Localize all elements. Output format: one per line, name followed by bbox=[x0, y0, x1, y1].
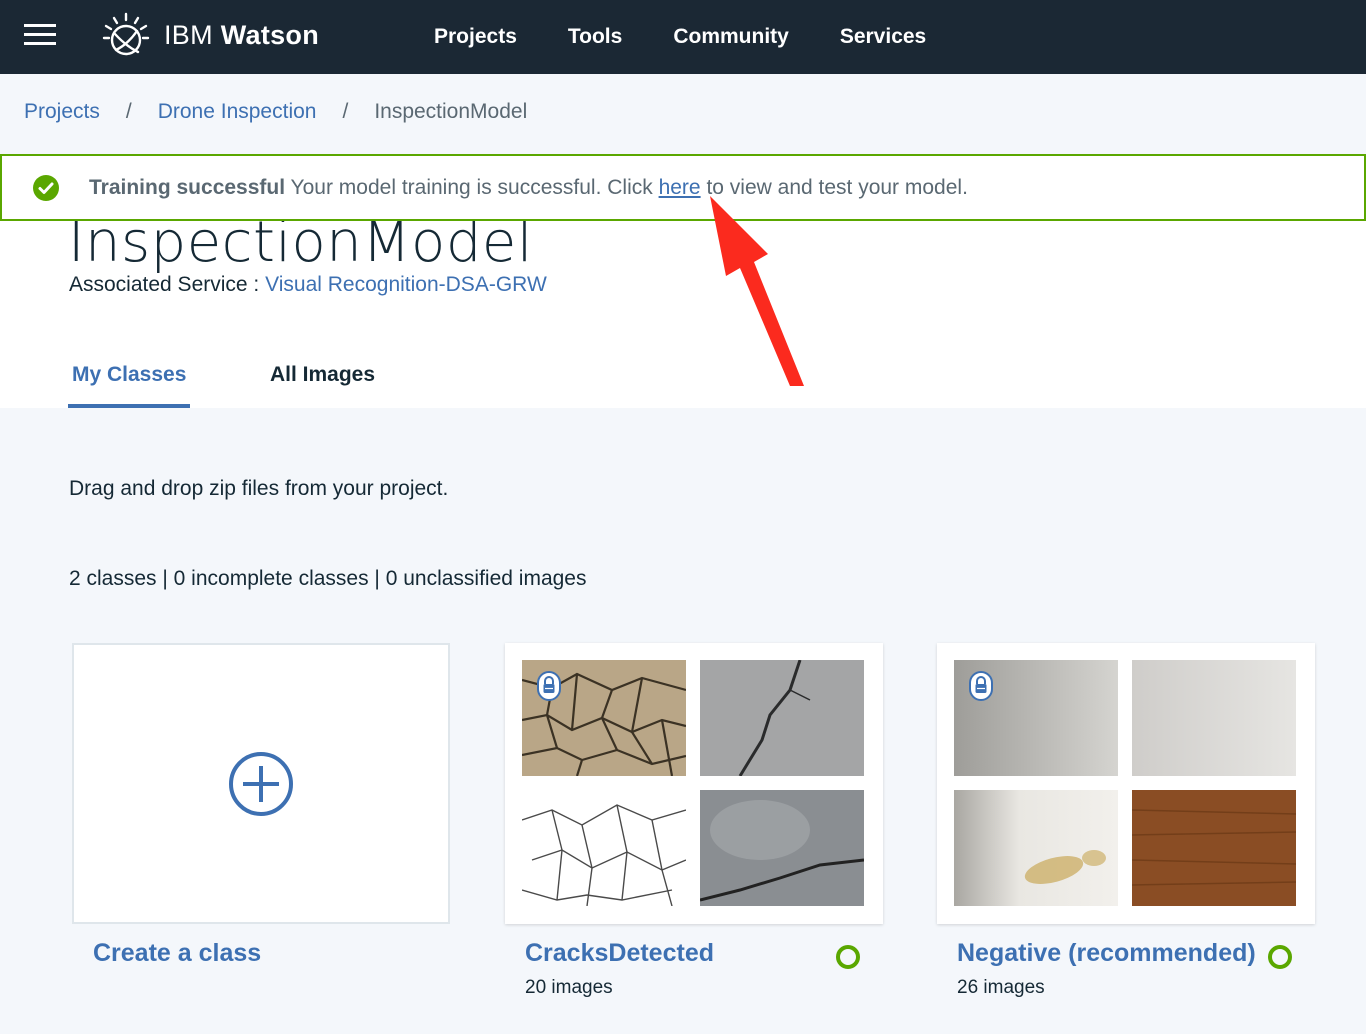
lock-icon bbox=[537, 671, 561, 701]
brand-name: Watson bbox=[220, 19, 320, 50]
class-image-thumbnail bbox=[1132, 790, 1296, 906]
notification-message-start: Your model training is successful. Click bbox=[285, 176, 659, 199]
class-summary: 2 classes | 0 incomplete classes | 0 unc… bbox=[69, 567, 587, 590]
class-image-thumbnail bbox=[700, 790, 864, 906]
class-image-thumbnail bbox=[954, 660, 1118, 776]
top-navigation: IBM Watson Projects Tools Community Serv… bbox=[0, 0, 1366, 74]
class-image-count: 20 images bbox=[525, 977, 613, 998]
check-circle-icon bbox=[33, 175, 59, 201]
class-card-cracks[interactable] bbox=[505, 643, 883, 924]
class-image-thumbnail bbox=[954, 790, 1118, 906]
tab-my-classes[interactable]: My Classes bbox=[68, 352, 190, 408]
class-name-negative[interactable]: Negative (recommended) bbox=[957, 939, 1256, 968]
breadcrumb-projects[interactable]: Projects bbox=[24, 100, 100, 124]
class-image-thumbnail bbox=[522, 790, 686, 906]
notification-message-end: to view and test your model. bbox=[700, 176, 968, 199]
nav-projects[interactable]: Projects bbox=[434, 25, 517, 49]
nav-services[interactable]: Services bbox=[840, 25, 926, 49]
brand-home-link[interactable]: IBM Watson bbox=[102, 12, 319, 58]
menu-icon[interactable] bbox=[24, 24, 56, 46]
tab-bar: My Classes All Images bbox=[68, 352, 375, 408]
class-image-thumbnail bbox=[522, 660, 686, 776]
nav-links: Projects Tools Community Services bbox=[434, 0, 977, 74]
breadcrumb-separator: / bbox=[125, 100, 132, 123]
class-card-negative[interactable] bbox=[937, 643, 1315, 924]
watson-logo-icon bbox=[102, 12, 150, 56]
create-class-card[interactable] bbox=[72, 643, 450, 924]
lock-icon bbox=[969, 671, 993, 701]
breadcrumb: Projects / Drone Inspection / Inspection… bbox=[24, 100, 527, 124]
class-image-thumbnail bbox=[700, 660, 864, 776]
create-class-label[interactable]: Create a class bbox=[93, 939, 261, 968]
nav-community[interactable]: Community bbox=[673, 25, 789, 49]
class-status-complete-icon bbox=[836, 945, 860, 969]
notification-title: Training successful bbox=[89, 176, 286, 199]
notification-here-link[interactable]: here bbox=[659, 176, 701, 199]
class-status-complete-icon bbox=[1268, 945, 1292, 969]
add-circle-icon bbox=[229, 752, 293, 816]
associated-service-link[interactable]: Visual Recognition-DSA-GRW bbox=[265, 273, 547, 296]
breadcrumb-drone-inspection[interactable]: Drone Inspection bbox=[158, 100, 317, 124]
associated-service: Associated Service : Visual Recognition-… bbox=[69, 273, 547, 297]
breadcrumb-separator: / bbox=[342, 100, 349, 123]
class-image-thumbnail bbox=[1132, 660, 1296, 776]
tab-all-images[interactable]: All Images bbox=[270, 352, 375, 408]
class-name-cracks[interactable]: CracksDetected bbox=[525, 939, 714, 968]
brand-prefix: IBM bbox=[164, 19, 213, 50]
class-image-count: 26 images bbox=[957, 977, 1045, 998]
success-notification: Training successful Your model training … bbox=[0, 154, 1366, 221]
drag-drop-instructions: Drag and drop zip files from your projec… bbox=[69, 477, 449, 500]
nav-tools[interactable]: Tools bbox=[568, 25, 622, 49]
associated-service-label: Associated Service : bbox=[69, 273, 266, 296]
notification-text: Training successful Your model training … bbox=[89, 176, 968, 200]
breadcrumb-current: InspectionModel bbox=[374, 100, 528, 123]
